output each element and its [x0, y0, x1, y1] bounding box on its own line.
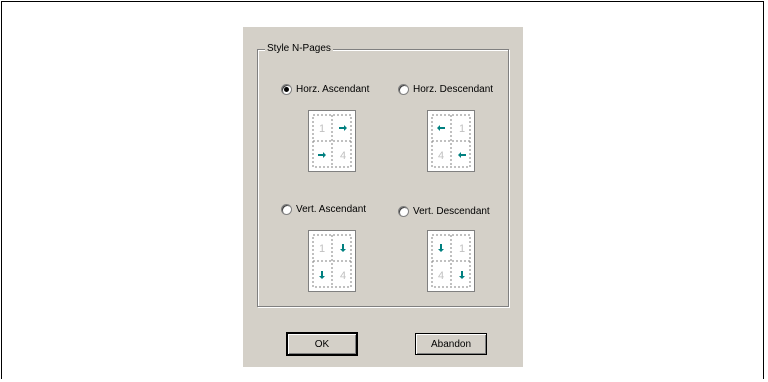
option-vert-ascendant[interactable]: Vert. Ascendant: [281, 204, 366, 215]
option-vert-descendant[interactable]: Vert. Descendant: [398, 206, 490, 217]
option-label: Horz. Ascendant: [296, 84, 370, 95]
option-label: Vert. Ascendant: [296, 204, 367, 215]
option-label: Vert. Descendant: [413, 206, 490, 217]
right-arrow-icon: [318, 152, 326, 158]
n-pages-dialog: Style N-Pages Horz. Ascendant Horz. Desc…: [243, 27, 523, 367]
style-n-pages-group: Style N-Pages Horz. Ascendant Horz. Desc…: [257, 43, 509, 307]
down-arrow-icon: [438, 244, 444, 252]
radio-button[interactable]: [281, 204, 292, 215]
page-number: 1: [459, 243, 465, 255]
page-number: 1: [319, 123, 325, 135]
option-label: Horz. Descendant: [413, 84, 494, 95]
page-layout-diagram: 14: [312, 234, 352, 288]
down-arrow-icon: [459, 271, 465, 279]
preview-horz-ascendant: 14: [308, 110, 356, 172]
page-number: 4: [438, 150, 444, 162]
preview-vert-ascendant: 14: [308, 230, 356, 292]
radio-button[interactable]: [398, 206, 409, 217]
preview-horz-descendant: 14: [427, 110, 475, 172]
page-number: 4: [438, 270, 444, 282]
group-title: Style N-Pages: [265, 43, 333, 55]
page-number: 1: [459, 123, 465, 135]
page-number: 4: [340, 270, 346, 282]
right-arrow-icon: [339, 125, 347, 131]
page-number: 4: [340, 150, 346, 162]
down-arrow-icon: [319, 271, 325, 279]
down-arrow-icon: [340, 244, 346, 252]
option-horz-ascendant[interactable]: Horz. Ascendant: [281, 84, 369, 95]
page-number: 1: [319, 243, 325, 255]
abandon-button[interactable]: Abandon: [415, 333, 487, 355]
left-arrow-icon: [437, 125, 445, 131]
radio-button[interactable]: [398, 84, 409, 95]
left-arrow-icon: [458, 152, 466, 158]
page-layout-diagram: 14: [312, 114, 352, 168]
ok-button[interactable]: OK: [286, 332, 358, 356]
page-layout-diagram: 14: [431, 234, 471, 288]
option-horz-descendant[interactable]: Horz. Descendant: [398, 84, 493, 95]
page-layout-diagram: 14: [431, 114, 471, 168]
radio-button-checked[interactable]: [281, 84, 292, 95]
preview-vert-descendant: 14: [427, 230, 475, 292]
